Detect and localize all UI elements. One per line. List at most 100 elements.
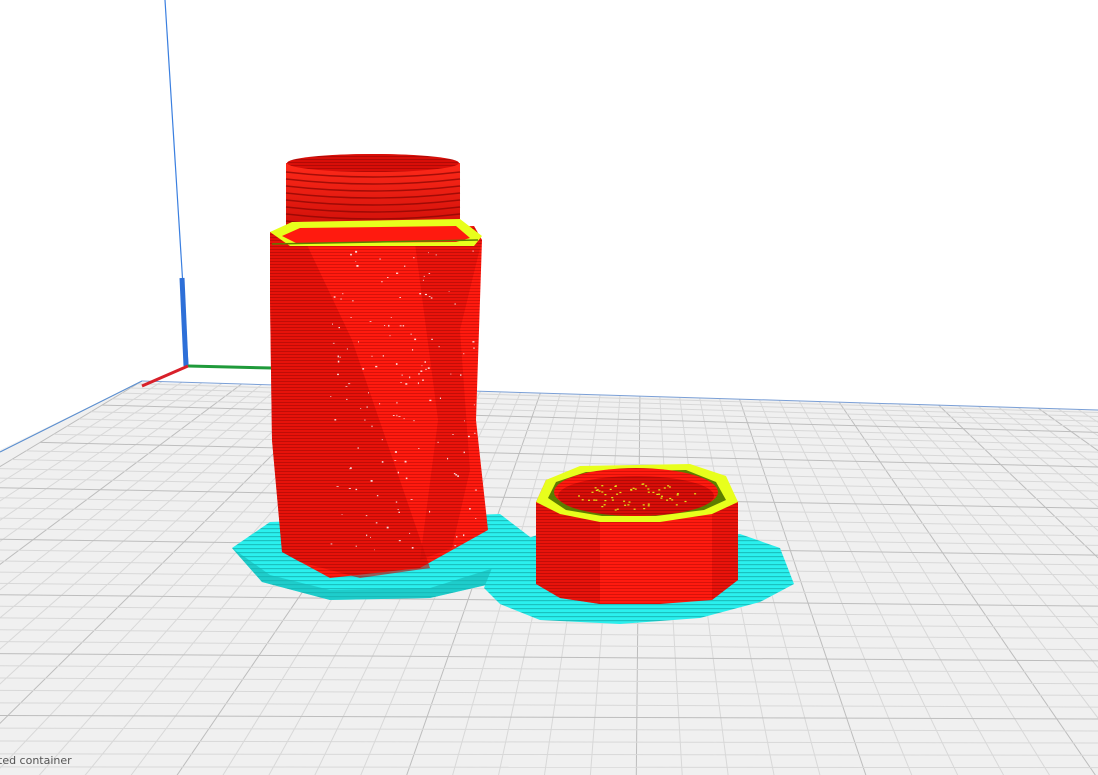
slice-speckle — [337, 355, 339, 358]
infill-dot — [604, 494, 607, 496]
infill-dot — [614, 509, 617, 511]
slice-speckle — [422, 379, 424, 381]
slice-speckle — [413, 420, 415, 422]
infill-dot — [642, 504, 645, 506]
slice-speckle — [336, 486, 339, 487]
slice-speckle — [454, 545, 457, 547]
slice-speckle — [389, 335, 391, 337]
slice-speckle — [337, 373, 339, 376]
infill-dot — [667, 485, 670, 487]
slice-speckle — [401, 374, 403, 376]
slice-speckle — [468, 435, 470, 438]
slice-speckle — [410, 499, 413, 500]
slice-speckle — [397, 509, 399, 510]
slice-speckle — [399, 325, 402, 327]
slice-speckle — [369, 321, 372, 322]
infill-dot — [645, 485, 648, 487]
slice-speckle — [355, 261, 357, 262]
slice-speckle — [374, 549, 375, 551]
slice-speckle — [340, 298, 342, 300]
slice-speckle — [333, 296, 336, 298]
infill-dot — [658, 489, 661, 491]
slice-speckle — [330, 396, 332, 397]
status-label: ted container — [0, 754, 72, 767]
infill-dot — [609, 488, 612, 490]
infill-dot — [668, 486, 671, 488]
infill-dot — [632, 487, 635, 489]
infill-dot — [633, 508, 636, 510]
infill-dot — [676, 493, 679, 495]
slice-speckle — [419, 293, 422, 295]
slice-speckle — [463, 534, 465, 537]
slice-speckle — [379, 258, 381, 260]
slice-speckle — [404, 265, 406, 267]
3d-viewport[interactable] — [0, 0, 1098, 775]
slice-speckle — [365, 515, 368, 517]
slice-speckle — [342, 293, 344, 295]
slice-speckle — [411, 547, 414, 549]
axis-gizmo — [141, 0, 273, 388]
infill-dot — [593, 499, 596, 501]
infill-dot — [601, 485, 604, 487]
slice-speckle — [474, 432, 476, 434]
infill-dot — [647, 491, 650, 493]
slice-speckle — [338, 327, 340, 329]
slice-speckle — [418, 373, 420, 375]
slice-speckle — [381, 281, 383, 283]
slice-speckle — [473, 404, 475, 406]
infill-dot — [598, 490, 601, 492]
slice-speckle — [330, 543, 333, 545]
slice-speckle — [474, 489, 477, 491]
slice-speckle — [423, 275, 425, 277]
slice-speckle — [341, 514, 343, 515]
slice-speckle — [457, 475, 459, 477]
slice-speckle — [402, 325, 405, 327]
slice-speckle — [381, 461, 384, 463]
slice-speckle — [455, 474, 458, 476]
slice-speckle — [386, 526, 389, 529]
infill-dot — [634, 488, 637, 490]
slice-speckle — [368, 392, 369, 394]
slice-speckle — [332, 342, 335, 344]
infill-dot — [660, 497, 663, 499]
container-lid[interactable] — [536, 464, 738, 604]
infill-dot — [611, 499, 614, 501]
slice-speckle — [346, 398, 348, 400]
slice-speckle — [452, 434, 454, 435]
infill-dot — [601, 491, 604, 493]
slice-speckle — [417, 382, 419, 385]
slice-speckle — [472, 250, 474, 252]
infill-dot — [623, 500, 626, 502]
slice-speckle — [409, 376, 411, 379]
infill-dot — [663, 487, 666, 489]
slice-speckle — [439, 397, 441, 399]
z-axis-handle — [179, 277, 189, 367]
slice-speckle — [422, 279, 424, 281]
infill-dot — [675, 504, 678, 506]
slice-speckle — [362, 368, 365, 370]
slice-speckle — [395, 501, 398, 503]
slice-speckle — [364, 419, 366, 421]
slice-speckle — [399, 297, 401, 298]
slice-speckle — [428, 273, 431, 274]
slice-speckle — [334, 419, 337, 421]
slice-speckle — [472, 341, 475, 343]
infill-dot — [647, 505, 650, 507]
slice-speckle — [350, 317, 352, 318]
infill-dot — [624, 504, 627, 506]
tall-twisted-container[interactable] — [270, 154, 488, 578]
slice-speckle — [396, 272, 399, 274]
infill-dot — [611, 497, 614, 499]
infill-dot — [652, 491, 655, 493]
slice-speckle — [429, 510, 431, 513]
slice-speckle — [429, 399, 432, 402]
slice-speckle — [346, 348, 348, 350]
infill-dot — [619, 491, 622, 494]
infill-dot — [601, 506, 604, 508]
slice-speckle — [463, 353, 465, 355]
slice-speckle — [371, 355, 373, 357]
slice-speckle — [350, 467, 352, 469]
slice-speckle — [430, 297, 433, 299]
slice-speckle — [405, 383, 408, 385]
slice-speckle — [388, 324, 390, 327]
